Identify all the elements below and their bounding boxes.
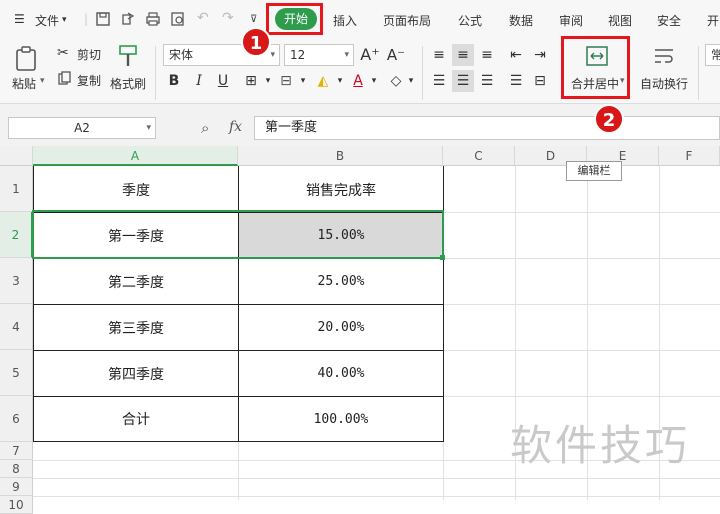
step-badge-1: 1 bbox=[241, 27, 271, 57]
cell-a1[interactable]: 季度 bbox=[34, 167, 238, 212]
highlight-box-start-tab bbox=[266, 3, 323, 35]
cell-a4[interactable]: 第三季度 bbox=[34, 305, 238, 350]
cell-b4[interactable]: 20.00% bbox=[239, 305, 443, 350]
cell-a6[interactable]: 合计 bbox=[34, 397, 238, 441]
cell-b6[interactable]: 100.00% bbox=[239, 397, 443, 441]
cell-a3[interactable]: 第二季度 bbox=[34, 259, 238, 304]
cell-b2[interactable]: 15.00% bbox=[239, 213, 443, 258]
highlight-box-merge-center bbox=[561, 36, 630, 99]
cell-b5[interactable]: 40.00% bbox=[239, 351, 443, 396]
cell-b3[interactable]: 25.00% bbox=[239, 259, 443, 304]
cell-a2[interactable]: 第一季度 bbox=[34, 213, 238, 258]
cell-b1[interactable]: 销售完成率 bbox=[239, 167, 443, 212]
formula-bar-tooltip: 编辑栏 bbox=[566, 161, 622, 181]
cell-a5[interactable]: 第四季度 bbox=[34, 351, 238, 396]
step-badge-2: 2 bbox=[594, 104, 624, 134]
watermark: 软件技巧 bbox=[510, 421, 691, 470]
